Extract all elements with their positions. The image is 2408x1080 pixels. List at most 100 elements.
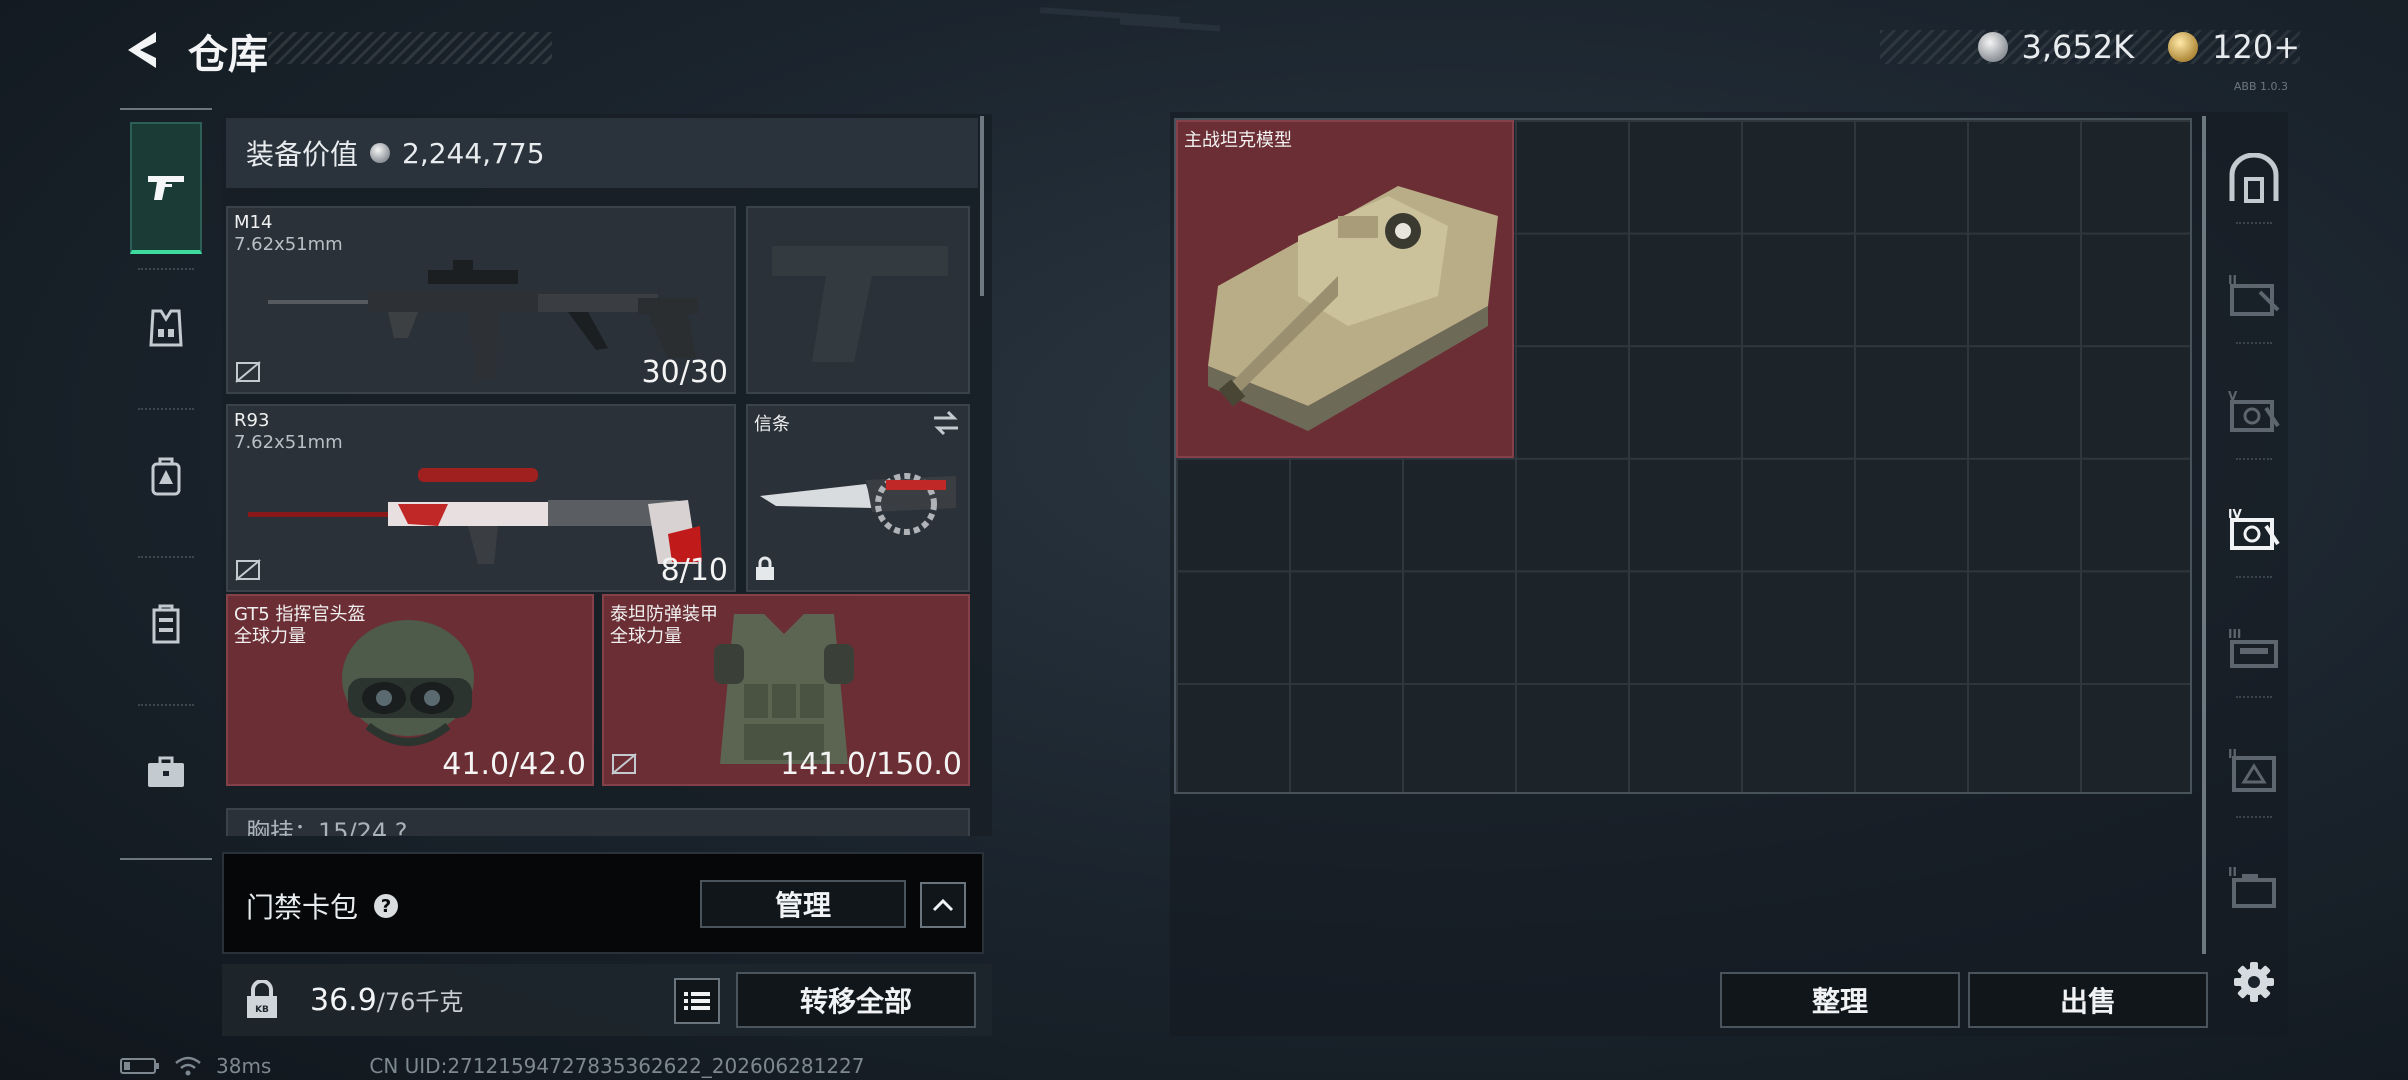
page-title: 仓库 [188,32,268,78]
equipment-value-amount: 2,244,775 [402,136,545,170]
primary-weapon-slot[interactable]: M14 7.62x51mm 30/30 [226,206,736,394]
storage-item[interactable]: 主战坦克模型 [1176,120,1514,458]
knife-image [760,473,956,535]
category-tier4-crate[interactable]: IV [2222,496,2286,560]
vest-icon [149,309,183,347]
category-separator [2236,342,2272,344]
weight-bar: KB 36.9/76千克 转移全部 [222,964,992,1036]
ping-value: 38ms [216,1054,272,1078]
ammo-count: 8/10 [660,553,728,588]
pistol-icon [148,176,184,200]
weapon-name: R93 [234,410,270,431]
category-separator [2236,816,2272,818]
nav-item-case[interactable] [130,722,202,822]
silver-coin-icon [370,143,391,163]
chest-rig-row[interactable]: 胸挂：15/24 ? [226,808,970,836]
backpack-icon [151,457,181,496]
armor-faction: 全球力量 [610,626,682,647]
melee-name: 信条 [754,414,790,435]
category-tier2-case[interactable]: II [2222,854,2286,918]
category-stash[interactable] [2222,146,2286,210]
category-separator [2236,222,2272,224]
gold-amount: 120+ [2212,28,2300,66]
storage-scrollbar[interactable] [2202,116,2206,954]
secondary-weapon-slot[interactable]: R93 7.62x51mm 8/10 [226,404,736,592]
kb-label: KB [255,1005,269,1015]
tier2-case-icon: II [2228,865,2276,908]
weight-lock-icon: KB [236,974,288,1026]
r93-sniper-image [248,468,702,564]
gold-coin-icon [2168,32,2199,62]
swap-icon[interactable] [930,410,962,436]
weight-current: 36.9 [310,983,377,1018]
tier2-box-icon: II [2228,747,2276,792]
equipment-panel: 装备价值 2,244,775 M14 7.62x51mm 30/30 R93 7… [222,114,992,836]
category-tier5-crate[interactable]: V [2222,378,2286,442]
helmet-faction: 全球力量 [234,626,306,647]
weight-value: 36.9/76千克 [310,982,463,1018]
equipment-scrollbar[interactable] [980,116,984,296]
sell-button[interactable]: 出售 [1968,972,2208,1028]
list-icon [684,992,710,1010]
category-tier2-box[interactable]: II [2222,736,2286,800]
armor-slot[interactable]: 泰坦防弹装甲 全球力量 141.0/150.0 [602,594,970,786]
back-arrow-icon[interactable] [120,26,168,74]
melee-slot[interactable]: 信条 [746,404,970,592]
list-view-button[interactable] [674,978,720,1024]
category-separator [2236,576,2272,578]
nav-separator [138,556,194,558]
svg-text:III: III [2228,627,2241,641]
no-insurance-icon [611,753,637,775]
stash-icon [2229,153,2279,203]
nav-separator [138,408,194,410]
svg-text:II: II [2228,865,2237,879]
version-tag: ABB 1.0.3 [2233,80,2288,93]
currency-display: 3,652K 120+ [1977,28,2300,66]
storage-panel: 主战坦克模型 II V IV III II II 整理 出售 [1170,112,2288,1036]
helmet-durability: 41.0/42.0 [442,747,586,782]
nav-separator [138,704,194,706]
tier2-crate-icon: II [2228,273,2280,316]
no-insurance-icon [235,559,261,581]
manage-button[interactable]: 管理 [700,880,906,928]
nav-item-rig[interactable] [130,574,202,674]
ammo-count: 30/30 [641,355,728,390]
silver-amount: 3,652K [2021,28,2135,66]
gear-icon [2234,962,2274,1002]
expand-button[interactable] [920,882,966,928]
keycard-label-group: 门禁卡包 ? [246,886,399,926]
nav-item-armor[interactable] [130,278,202,378]
tank-model-image [1208,186,1498,431]
nav-item-weapons[interactable] [130,122,202,254]
equipment-value-bar: 装备价值 2,244,775 [226,118,978,188]
battery-icon [120,1058,159,1074]
lock-icon [756,556,774,580]
category-tier3-crate[interactable]: III [2222,616,2286,680]
no-insurance-icon [235,361,261,383]
sort-button[interactable]: 整理 [1720,972,1960,1028]
pistol-placeholder-icon [772,246,948,362]
transfer-all-button[interactable]: 转移全部 [736,972,976,1028]
silver-coin-icon [1977,32,2008,62]
nav-item-backpack[interactable] [130,426,202,526]
uid-text: CN UID:271215947278353626​22_20260628122… [369,1054,865,1078]
helmet-slot[interactable]: GT5 指挥官头盔 全球力量 41.0/42.0 [226,594,594,786]
status-bar: 38ms CN UID:271215947278353626​22_202606… [120,1054,865,1078]
keycard-label: 门禁卡包 [246,891,359,924]
category-separator [2236,458,2272,460]
settings-button[interactable] [2224,952,2284,1012]
help-icon[interactable]: ? [374,894,399,918]
category-tier2-crate[interactable]: II [2222,262,2286,326]
equipment-value-label: 装备价值 [246,138,359,171]
tier4-crate-icon: IV [2228,507,2280,550]
tier5-crate-icon: V [2228,389,2280,432]
weight-max: /76千克 [376,988,464,1016]
briefcase-icon [148,756,184,787]
category-separator [2236,696,2272,698]
sidearm-slot[interactable] [746,206,970,394]
title-hatch-decoration [268,32,552,64]
tier3-crate-icon: III [2228,627,2278,668]
armor-durability: 141.0/150.0 [780,747,962,782]
nav-separator [138,268,194,270]
wifi-icon [175,1056,201,1076]
